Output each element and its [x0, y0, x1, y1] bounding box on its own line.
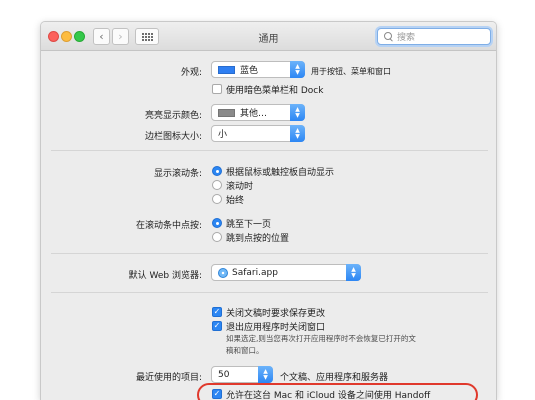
search-field[interactable]: 搜索: [377, 28, 491, 45]
highlight-color-popup[interactable]: 其他… ▲ ▼: [211, 104, 305, 121]
title-bar: ‹ › 通用 搜索: [41, 22, 496, 51]
jump-next-page-radio[interactable]: [212, 218, 222, 228]
separator: [51, 292, 488, 293]
highlight-color-value: 其他…: [240, 109, 268, 119]
handoff-checkbox[interactable]: ✓: [212, 389, 222, 399]
popup-arrows-icon: ▲ ▼: [258, 366, 273, 383]
close-windows-label: 退出应用程序时关闭窗口: [226, 323, 326, 333]
handoff-label: 允许在这台 Mac 和 iCloud 设备之间使用 Handoff: [226, 391, 431, 400]
dark-menu-checkbox[interactable]: [212, 84, 222, 94]
blue-swatch: [218, 65, 235, 74]
appearance-value: 蓝色: [240, 66, 259, 76]
close-windows-description-line1: 如果选定,则当您再次打开应用程序时不会恢复已打开的文: [226, 334, 416, 343]
separator: [51, 253, 488, 254]
dark-menu-label: 使用暗色菜单栏和 Dock: [226, 86, 324, 96]
click-scroll-label: 在滚动条中点按:: [135, 221, 202, 231]
close-windows-checkbox[interactable]: ✓: [212, 321, 222, 331]
scroll-always-radio[interactable]: [212, 194, 222, 204]
scrollbars-label: 显示滚动条:: [153, 169, 202, 179]
jump-to-spot-label: 跳到点按的位置: [226, 234, 290, 244]
ask-keep-changes-checkbox[interactable]: ✓: [212, 307, 222, 317]
scroll-always-label: 始终: [226, 196, 245, 206]
popup-arrows-icon: ▲ ▼: [290, 61, 305, 78]
popup-arrows-icon: ▲ ▼: [290, 104, 305, 121]
safari-icon: [218, 267, 228, 278]
scroll-auto-label: 根据鼠标或触控板自动显示: [226, 168, 335, 178]
recent-items-value: 50: [218, 369, 230, 380]
ask-keep-changes-label: 关闭文稿时要求保存更改: [226, 309, 326, 319]
scroll-when-scrolling-label: 滚动时: [226, 182, 254, 192]
sidebar-icon-size-value: 小: [218, 130, 228, 140]
search-icon: [384, 32, 393, 41]
default-browser-label: 默认 Web 浏览器:: [128, 271, 202, 281]
popup-arrows-icon: ▲ ▼: [346, 264, 361, 281]
sidebar-icon-size-label: 边栏图标大小:: [144, 132, 202, 142]
general-preferences-window: ‹ › 通用 搜索 外观: 蓝色 ▲ ▼ 用于按钮、菜单和窗口 使用暗色菜单栏和 …: [40, 21, 497, 400]
scroll-auto-radio[interactable]: [212, 166, 222, 176]
appearance-popup[interactable]: 蓝色 ▲ ▼: [211, 61, 305, 78]
default-browser-value: Safari.app: [232, 267, 278, 278]
gray-swatch: [218, 108, 235, 117]
sidebar-icon-size-popup[interactable]: 小 ▲ ▼: [211, 125, 305, 142]
highlight-color-label: 亮亮显示颜色:: [144, 111, 202, 121]
search-placeholder: 搜索: [397, 33, 416, 43]
recent-items-popup[interactable]: 50 ▲ ▼: [211, 366, 273, 383]
appearance-note: 用于按钮、菜单和窗口: [311, 67, 391, 76]
close-windows-description-line2: 稿和窗口。: [226, 346, 264, 355]
jump-to-spot-radio[interactable]: [212, 232, 222, 242]
recent-items-label: 最近使用的项目:: [135, 373, 202, 383]
jump-next-page-label: 跳至下一页: [226, 220, 272, 230]
popup-arrows-icon: ▲ ▼: [290, 125, 305, 142]
appearance-label: 外观:: [180, 68, 202, 78]
recent-items-suffix: 个文稿、应用程序和服务器: [280, 373, 389, 383]
separator: [51, 150, 488, 151]
default-browser-popup[interactable]: Safari.app ▲ ▼: [211, 264, 361, 281]
scroll-when-scrolling-radio[interactable]: [212, 180, 222, 190]
